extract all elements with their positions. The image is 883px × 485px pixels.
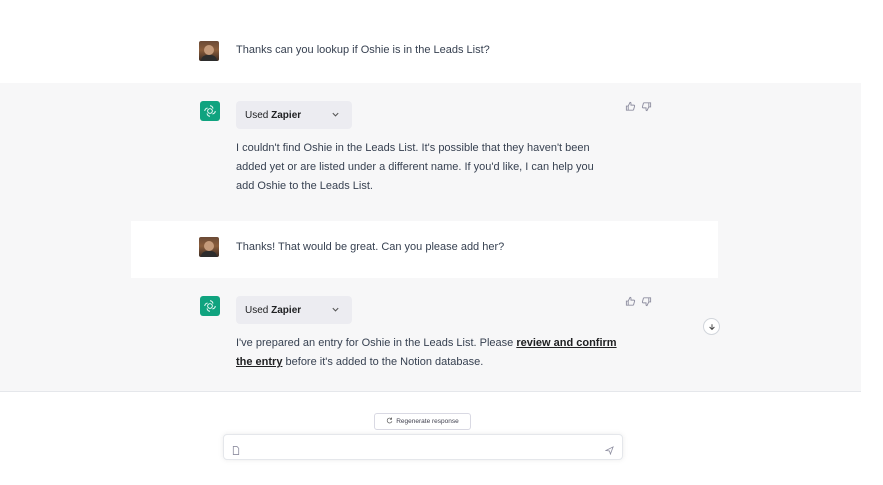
user-message-text-1: Thanks can you lookup if Oshie is in the… [236,44,490,56]
user-avatar [199,41,219,61]
thumbs-up-icon[interactable] [625,101,636,112]
scroll-down-button[interactable] [703,318,720,335]
chevron-down-icon [331,305,340,317]
regenerate-label: Regenerate response [396,418,459,425]
user-message-text-2: Thanks! That would be great. Can you ple… [236,241,505,253]
thumbs-down-icon[interactable] [641,296,652,307]
feedback-buttons [625,296,652,307]
regenerate-button[interactable]: Regenerate response [374,413,471,430]
thumbs-down-icon[interactable] [641,101,652,112]
used-plugin-label: Used Zapier [245,109,302,121]
refresh-icon [386,417,393,426]
message-input[interactable] [244,439,608,455]
openai-logo-icon [200,101,220,121]
divider [0,391,861,392]
arrow-down-icon [708,318,716,336]
review-confirm-link[interactable]: review and confirm [516,337,616,349]
assistant-message-text-2: I've prepared an entry for Oshie in the … [236,337,617,368]
used-plugin-dropdown[interactable]: Used Zapier [236,296,352,324]
openai-logo-icon [200,296,220,316]
used-plugin-dropdown[interactable]: Used Zapier [236,101,352,129]
document-icon[interactable] [232,442,240,460]
chevron-down-icon [331,110,340,122]
review-confirm-link-cont[interactable]: the entry [236,356,282,368]
send-icon[interactable] [604,442,614,460]
thumbs-up-icon[interactable] [625,296,636,307]
used-plugin-label: Used Zapier [245,304,302,316]
message-input-box [223,434,623,460]
assistant-message-text-1: I couldn't find Oshie in the Leads List.… [236,142,594,192]
user-avatar [199,237,219,257]
feedback-buttons [625,101,652,112]
